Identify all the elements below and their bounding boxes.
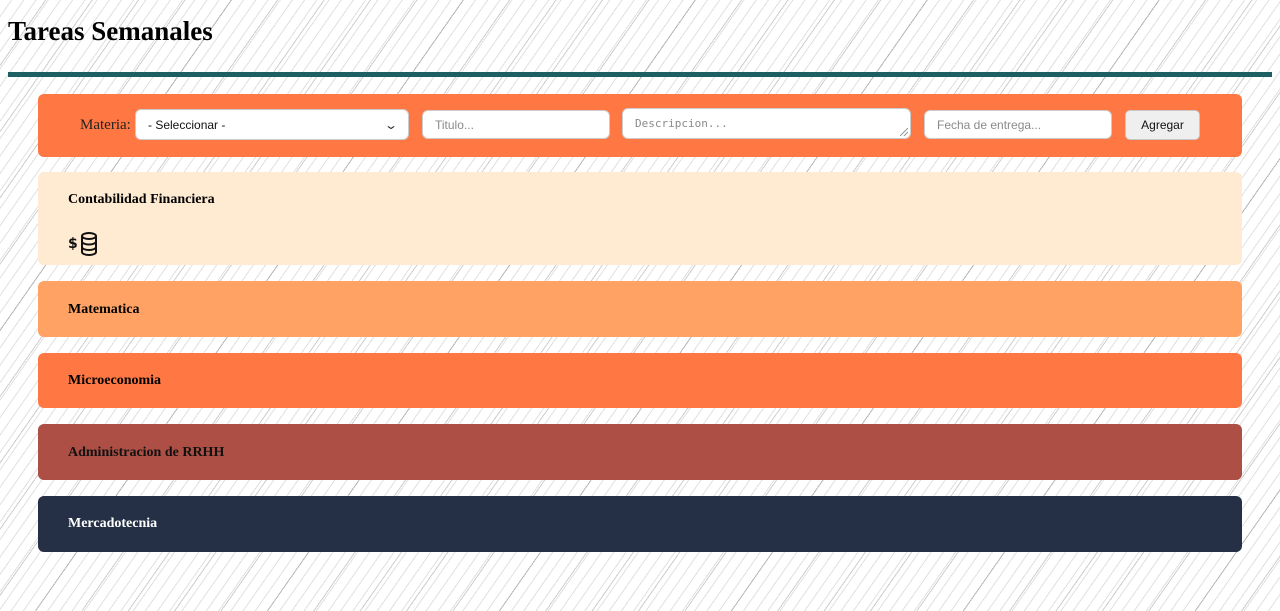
subject-name: Mercadotecnia: [68, 516, 158, 531]
subject-name: Contabilidad Financiera: [68, 192, 215, 207]
titulo-input[interactable]: [422, 110, 610, 139]
subject-name: Administracion de RRHH: [68, 445, 225, 460]
materia-select-value: - Seleccionar -: [148, 117, 226, 132]
descripcion-textarea[interactable]: Descripcion...: [622, 108, 911, 139]
subject-card-matematica[interactable]: Matematica: [38, 281, 1242, 337]
agregar-button[interactable]: Agregar: [1125, 110, 1200, 140]
task-form: Materia: - Seleccionar - ⌄ Descripcion..…: [38, 94, 1242, 157]
subject-name: Matematica: [68, 302, 140, 317]
fecha-entrega-input[interactable]: [924, 110, 1112, 139]
subject-card-contabilidad[interactable]: Contabilidad Financiera $: [38, 172, 1242, 265]
descripcion-placeholder: Descripcion...: [635, 117, 728, 130]
subject-card-microeconomia[interactable]: Microeconomia: [38, 353, 1242, 408]
subject-card-administracion[interactable]: Administracion de RRHH: [38, 424, 1242, 480]
resize-handle-icon[interactable]: [900, 128, 908, 136]
subject-card-mercadotecnia[interactable]: Mercadotecnia: [38, 496, 1242, 552]
chevron-down-icon: ⌄: [383, 117, 399, 132]
coins-dollar-icon: $: [68, 230, 102, 258]
materia-select[interactable]: - Seleccionar - ⌄: [135, 109, 409, 140]
title-divider: [8, 72, 1272, 77]
materia-label: Materia:: [80, 117, 131, 133]
page-title: Tareas Semanales: [8, 16, 213, 46]
subject-name: Microeconomia: [68, 373, 162, 388]
